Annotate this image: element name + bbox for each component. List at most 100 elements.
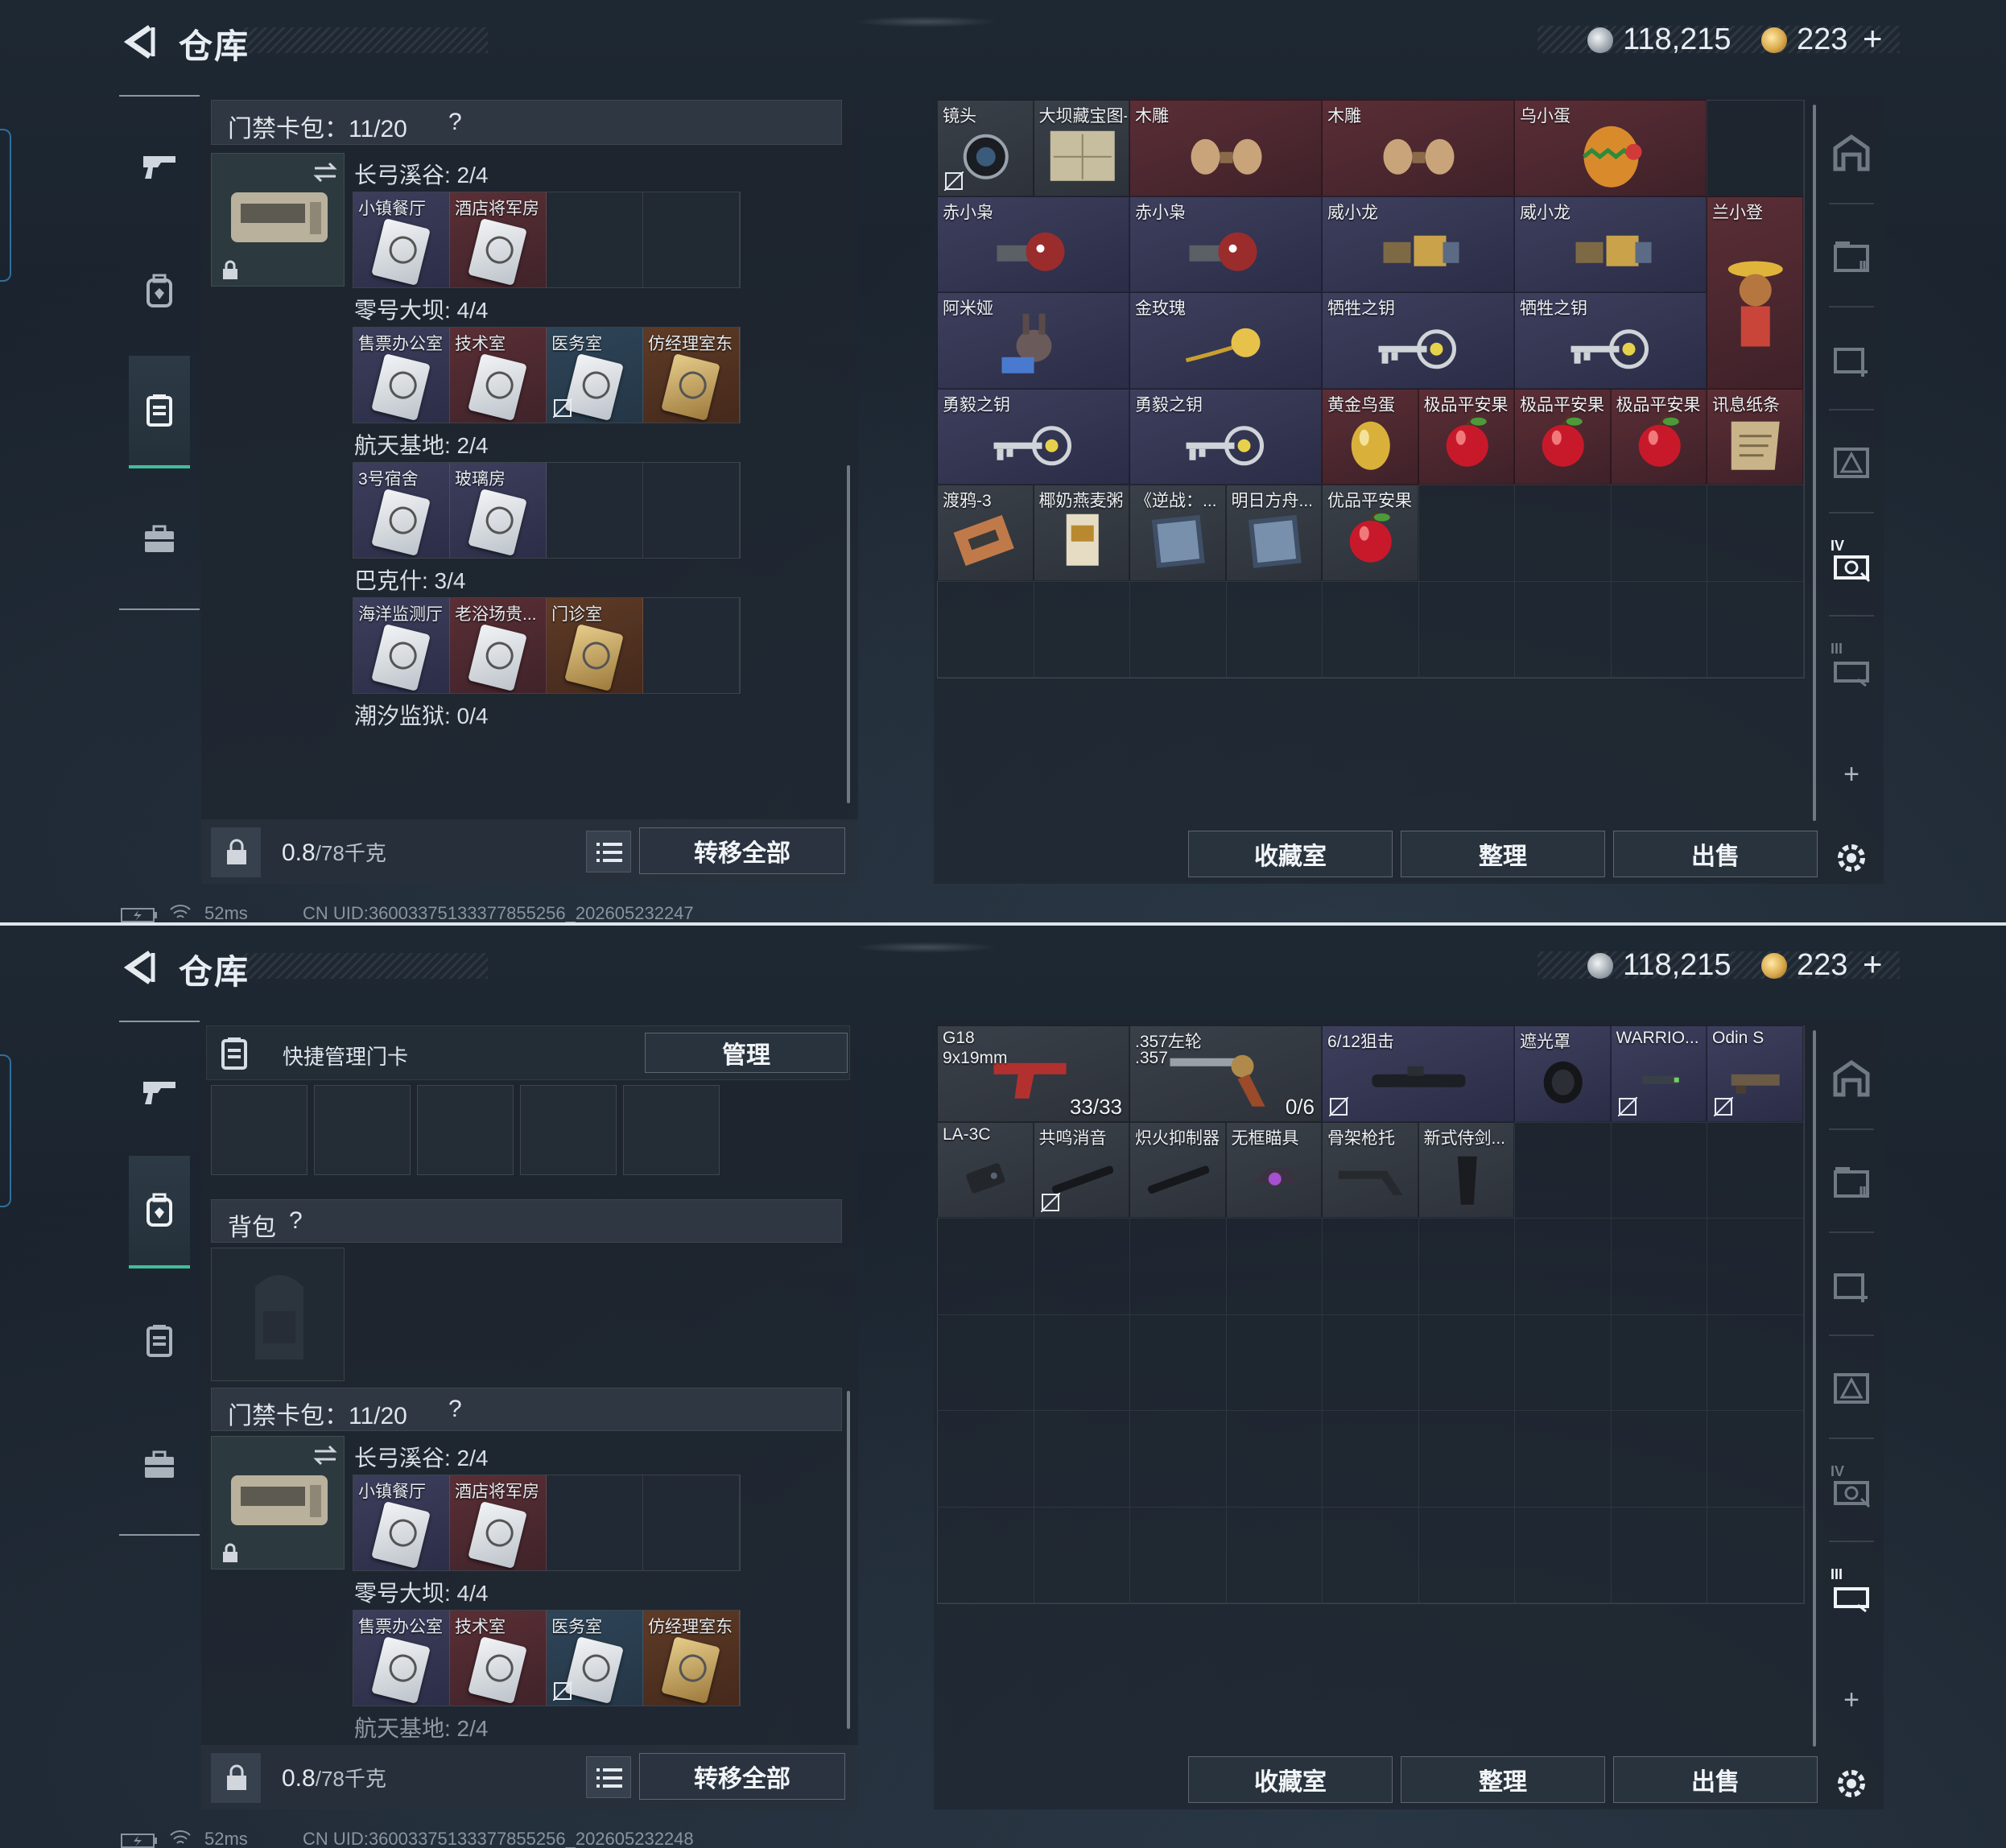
storage-scrollbar[interactable] (1813, 105, 1816, 821)
storage-cell[interactable] (1418, 581, 1515, 678)
storage-cell[interactable] (1034, 581, 1130, 678)
storage-cell[interactable] (1707, 485, 1804, 582)
storage-cell[interactable] (1707, 1314, 1804, 1411)
sell-button[interactable]: 出售 (1613, 1756, 1818, 1803)
access-card-slot[interactable]: 酒店将军房 (450, 192, 547, 287)
storage-cell[interactable] (1611, 1411, 1707, 1508)
storage-item[interactable]: 新式侍剑... (1418, 1121, 1514, 1218)
storage-item[interactable]: 威小龙 (1514, 196, 1707, 292)
access-card-slot[interactable] (643, 598, 740, 693)
storage-item[interactable]: 赤小枭 (937, 196, 1129, 292)
storage-cell[interactable] (1323, 581, 1419, 678)
storage-cell[interactable] (1707, 1219, 1804, 1315)
access-card-slot[interactable]: 售票办公室 (353, 328, 450, 423)
storage-cell[interactable] (1226, 581, 1323, 678)
storage-cell[interactable] (1034, 1314, 1130, 1411)
access-card-slot[interactable]: 酒店将军房 (450, 1475, 547, 1570)
storage-item[interactable]: 椰奶燕麦粥 (1033, 485, 1129, 581)
quick-slot[interactable] (417, 1085, 514, 1175)
storage-item[interactable]: WARRIO... (1610, 1025, 1707, 1122)
storage-cell[interactable] (1707, 1411, 1804, 1508)
storage-item[interactable]: 阿米娅 (937, 292, 1129, 389)
storage-item[interactable]: 乌小蛋 (1514, 100, 1707, 196)
edge-tab[interactable] (0, 1054, 11, 1207)
right-nav-iii-box[interactable]: III (1826, 641, 1877, 694)
nav-backpack[interactable] (129, 1156, 190, 1268)
access-card-slot[interactable]: 仿经理室东 (643, 1611, 740, 1706)
collection-room-button[interactable]: 收藏室 (1188, 1756, 1393, 1803)
storage-cell[interactable] (1034, 1411, 1130, 1508)
storage-item[interactable]: 明日方舟... (1225, 485, 1322, 581)
right-nav-add-box[interactable] (1826, 1259, 1877, 1310)
storage-cell[interactable] (1611, 581, 1707, 678)
left-scrollbar[interactable] (847, 465, 850, 803)
collection-room-button[interactable]: 收藏室 (1188, 831, 1393, 877)
right-nav-vault[interactable] (1826, 127, 1877, 179)
nav-briefcase[interactable] (129, 1409, 190, 1521)
storage-item[interactable]: 优品平安果 (1322, 485, 1418, 581)
storage-item[interactable]: 极品平安果 (1514, 388, 1611, 485)
gold-plus-button[interactable]: + (1863, 945, 1883, 984)
weight-lock[interactable] (211, 827, 261, 877)
storage-cell[interactable] (938, 581, 1034, 678)
card-pack-help[interactable]: ? (448, 109, 462, 136)
access-card-slot[interactable]: 玻璃房 (450, 463, 547, 558)
nav-backpack[interactable] (129, 235, 190, 348)
storage-item[interactable]: .357左轮 .357 0/6 (1129, 1025, 1322, 1122)
transfer-all-button[interactable]: 转移全部 (639, 827, 845, 874)
access-card-slot[interactable] (547, 1475, 643, 1570)
storage-cell[interactable] (1130, 1219, 1227, 1315)
storage-cell[interactable] (1323, 1411, 1419, 1508)
storage-item[interactable]: 勇毅之钥 (1129, 388, 1322, 485)
storage-cell[interactable] (1418, 1411, 1515, 1508)
storage-cell[interactable] (1130, 1314, 1227, 1411)
nav-card-pack[interactable] (129, 1285, 190, 1397)
gold-plus-button[interactable]: + (1863, 19, 1883, 58)
storage-item[interactable]: 大坝藏宝图-10 (1033, 100, 1129, 196)
right-nav-add-box[interactable] (1826, 333, 1877, 385)
storage-cell[interactable] (1611, 1219, 1707, 1315)
access-card-slot[interactable] (547, 192, 643, 287)
right-nav-warning-box[interactable] (1826, 1362, 1877, 1413)
right-nav-add[interactable]: + (1826, 749, 1877, 800)
storage-cell[interactable] (1130, 1507, 1227, 1603)
nav-briefcase[interactable] (129, 483, 190, 596)
storage-cell[interactable] (1611, 1314, 1707, 1411)
storage-item[interactable]: 骨架枪托 (1322, 1121, 1418, 1218)
storage-cell[interactable] (1418, 485, 1515, 582)
storage-cell[interactable] (938, 1411, 1034, 1508)
arrange-button[interactable]: 整理 (1401, 831, 1605, 877)
storage-item[interactable]: 兰小登 (1707, 196, 1803, 389)
storage-cell[interactable] (1515, 485, 1612, 582)
quick-slot[interactable] (314, 1085, 411, 1175)
access-card-slot[interactable] (547, 463, 643, 558)
list-view-button[interactable] (586, 831, 631, 872)
storage-item[interactable]: 极品平安果 (1418, 388, 1514, 485)
right-nav-add[interactable]: + (1826, 1674, 1877, 1726)
back-arrow-icon[interactable] (121, 948, 156, 987)
storage-cell[interactable] (938, 1314, 1034, 1411)
storage-cell[interactable] (1515, 1219, 1612, 1315)
card-pack-help[interactable]: ? (448, 1396, 462, 1423)
storage-cell[interactable] (1515, 581, 1612, 678)
swap-icon[interactable] (312, 1443, 339, 1467)
storage-scrollbar[interactable] (1813, 1030, 1816, 1747)
storage-item[interactable]: 勇毅之钥 (937, 388, 1129, 485)
storage-cell[interactable] (1418, 1314, 1515, 1411)
storage-item[interactable]: 共鸣消音 (1033, 1121, 1129, 1218)
backpack-slot[interactable] (211, 1248, 345, 1381)
storage-cell[interactable] (1707, 581, 1804, 678)
access-card-slot[interactable]: 售票办公室 (353, 1611, 450, 1706)
storage-item[interactable]: 镜头 (937, 100, 1034, 196)
right-nav-iii-box[interactable]: III (1826, 1566, 1877, 1619)
storage-cell[interactable] (1034, 1219, 1130, 1315)
access-card-slot[interactable]: 海洋监测厅 (353, 598, 450, 693)
access-card-slot[interactable]: 老浴场贵... (450, 598, 547, 693)
storage-cell[interactable] (1611, 485, 1707, 582)
right-nav-folder[interactable] (1826, 230, 1877, 282)
storage-cell[interactable] (1515, 1122, 1612, 1219)
storage-item[interactable]: 木雕 (1322, 100, 1514, 196)
nav-weapon[interactable] (129, 1035, 190, 1148)
right-nav-vault[interactable] (1826, 1053, 1877, 1104)
access-card-slot[interactable]: 技术室 (450, 1611, 547, 1706)
